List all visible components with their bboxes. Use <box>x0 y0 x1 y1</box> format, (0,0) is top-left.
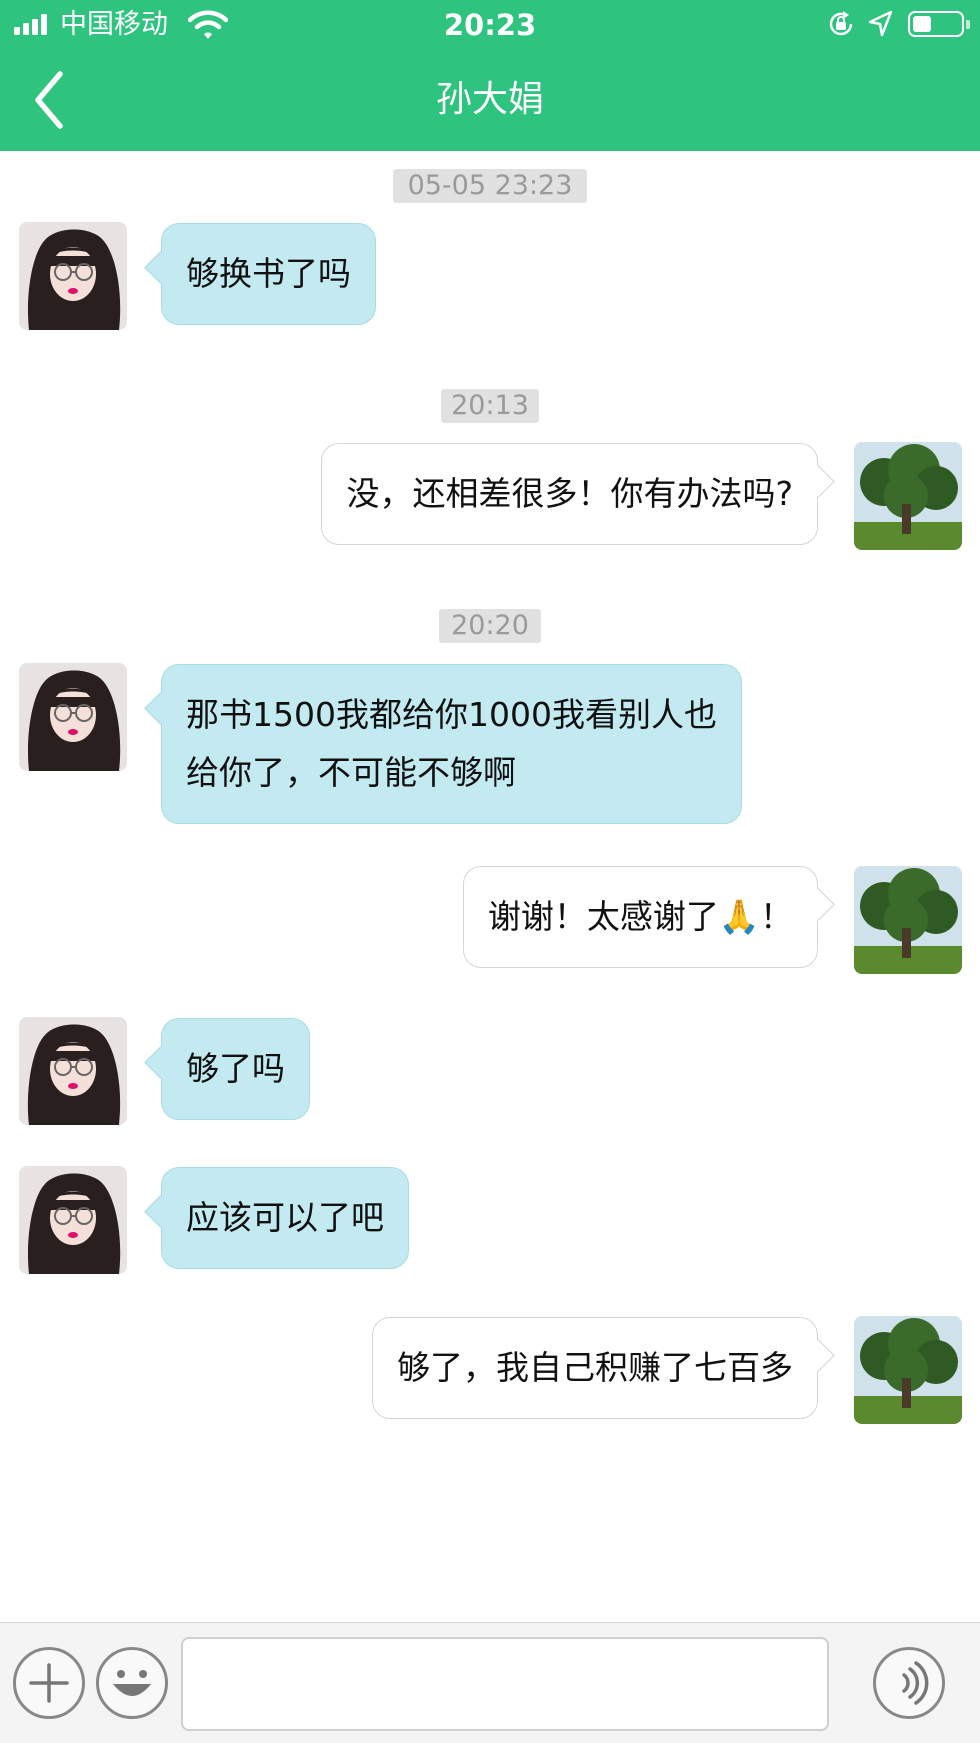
contact-avatar[interactable] <box>19 663 127 771</box>
message-bubble-incoming[interactable]: 够换书了吗 <box>161 223 376 325</box>
my-avatar[interactable] <box>854 1316 962 1424</box>
status-bar: 中国移动 20:23 <box>0 0 980 50</box>
message-line: 给你了，不可能不够啊 <box>186 753 516 792</box>
emoji-button[interactable] <box>96 1647 168 1719</box>
contact-avatar[interactable] <box>19 222 127 330</box>
voice-icon <box>902 1661 929 1705</box>
header: 中国移动 20:23 孙大娟 <box>0 0 980 151</box>
contact-avatar[interactable] <box>19 1166 127 1274</box>
timestamp: 20:20 <box>439 609 541 643</box>
contact-avatar[interactable] <box>19 1017 127 1125</box>
location-icon <box>868 10 893 37</box>
message-bubble-outgoing[interactable]: 谢谢！太感谢了🙏！ <box>462 866 818 968</box>
message-bubble-outgoing[interactable]: 没，还相差很多！你有办法吗? <box>321 443 818 545</box>
timestamp: 20:13 <box>441 389 539 423</box>
timestamp: 05-05 23:23 <box>393 169 587 203</box>
chat-title: 孙大娟 <box>435 79 544 120</box>
rotation-lock-icon <box>829 11 853 36</box>
my-avatar[interactable] <box>854 866 962 974</box>
voice-button[interactable] <box>873 1647 945 1719</box>
message-bubble-incoming[interactable]: 应该可以了吧 <box>161 1167 409 1269</box>
message-bubble-incoming[interactable]: 够了吗 <box>161 1018 310 1120</box>
plus-icon <box>29 1663 69 1703</box>
plus-button[interactable] <box>13 1647 85 1719</box>
my-avatar[interactable] <box>854 442 962 550</box>
message-line: 那书1500我都给你1000我看别人也 <box>186 695 717 734</box>
battery-icon <box>908 11 970 37</box>
message-bubble-outgoing[interactable]: 够了，我自己积赚了七百多 <box>372 1317 818 1419</box>
smiley-icon <box>113 1670 151 1696</box>
message-bubble-incoming[interactable]: 那书1500我都给你1000我看别人也 给你了，不可能不够啊 <box>161 664 742 824</box>
message-input[interactable] <box>181 1637 829 1731</box>
input-bar <box>0 1622 980 1743</box>
